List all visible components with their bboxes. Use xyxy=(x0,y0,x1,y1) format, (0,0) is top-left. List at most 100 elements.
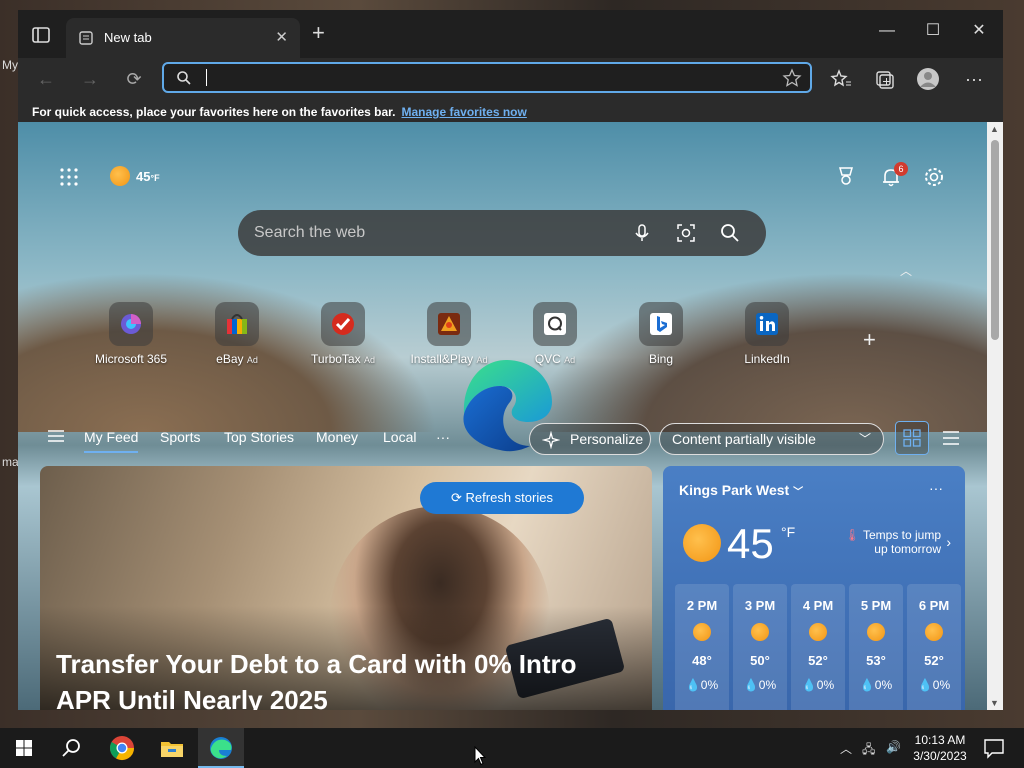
search-placeholder: Search the web xyxy=(254,224,366,241)
notification-badge: 6 xyxy=(894,162,908,176)
hour-forecast[interactable]: 6 PM 52° 💧0% xyxy=(907,584,961,710)
refresh-stories-label: Refresh stories xyxy=(465,490,553,505)
hour-forecast[interactable]: 5 PM 53° 💧0% xyxy=(849,584,903,710)
close-tab-icon[interactable]: ✕ xyxy=(275,28,288,46)
volume-icon[interactable]: 🔊 xyxy=(886,740,901,754)
forward-button[interactable]: → xyxy=(76,66,104,92)
file-explorer-icon[interactable] xyxy=(158,734,186,762)
new-tab-button[interactable]: + xyxy=(312,22,325,44)
add-favorite-icon[interactable] xyxy=(782,68,802,88)
tab-sports[interactable]: Sports xyxy=(160,429,200,445)
hour-forecast[interactable]: 3 PM 50° 💧0% xyxy=(733,584,787,710)
manage-favorites-link[interactable]: Manage favorites now xyxy=(401,105,526,119)
mouse-cursor-icon xyxy=(474,746,486,766)
sunny-icon xyxy=(809,623,827,641)
droplet-icon: 💧 xyxy=(859,678,875,692)
scroll-up-arrow-icon[interactable]: ▲ xyxy=(990,124,999,134)
hour-temp: 52° xyxy=(808,653,828,668)
new-tab-page-icon xyxy=(79,31,93,45)
favorites-bar-message: For quick access, place your favorites h… xyxy=(32,105,396,119)
hour-forecast[interactable]: 4 PM 52° 💧0% xyxy=(791,584,845,710)
grid-layout-icon[interactable] xyxy=(895,421,929,455)
taskbar-edge-active[interactable] xyxy=(198,728,244,768)
settings-more-button[interactable]: ··· xyxy=(960,66,988,92)
sparkle-icon xyxy=(542,431,560,449)
hour-precip: 0% xyxy=(758,678,777,692)
sunny-icon xyxy=(693,623,711,641)
web-search-box[interactable]: Search the web xyxy=(238,210,766,256)
list-layout-icon[interactable] xyxy=(934,421,968,455)
weather-location-label: Kings Park West xyxy=(679,482,790,498)
weather-location[interactable]: Kings Park West ﹀ xyxy=(679,482,803,498)
quick-link-tile[interactable]: Microsoft 365 xyxy=(86,302,176,366)
quick-link-tile[interactable]: TurboTax Ad xyxy=(298,302,388,366)
show-hidden-icons-chevron-icon[interactable]: ︿ xyxy=(840,740,852,757)
windows-start-icon[interactable] xyxy=(10,734,38,762)
action-center-icon[interactable] xyxy=(980,734,1008,762)
network-icon[interactable]: 🖧 xyxy=(862,740,875,761)
refresh-stories-button[interactable]: ⟳ Refresh stories xyxy=(420,482,584,514)
tab-title: New tab xyxy=(104,30,152,45)
content-visibility-dropdown[interactable]: Content partially visible ﹀ xyxy=(659,423,884,455)
profile-avatar[interactable] xyxy=(914,66,942,92)
weather-card[interactable]: Kings Park West ﹀ ··· 45 °F 🌡 Temps to j… xyxy=(663,466,965,710)
desktop-icon-label[interactable]: My xyxy=(2,58,18,72)
tab-local[interactable]: Local xyxy=(383,429,416,445)
rewards-icon[interactable] xyxy=(836,166,856,186)
browser-window: New tab ✕ + — ☐ ✕ ← → ⟳ ··· For quick ac… xyxy=(18,10,1003,710)
scroll-down-arrow-icon[interactable]: ▼ xyxy=(990,698,999,708)
droplet-icon: 💧 xyxy=(685,678,701,692)
chrome-icon[interactable] xyxy=(108,734,136,762)
microphone-icon[interactable] xyxy=(632,223,652,243)
collapse-chevron-icon[interactable]: ︿ xyxy=(900,262,912,279)
text-caret xyxy=(206,69,207,86)
hour-forecast[interactable]: 2 PM 48° 💧0% xyxy=(675,584,729,710)
close-window-button[interactable]: ✕ xyxy=(956,16,1002,46)
tab-my-feed[interactable]: My Feed xyxy=(84,429,139,453)
story-headline[interactable]: Transfer Your Debt to a Card with 0% Int… xyxy=(56,646,616,710)
address-bar[interactable] xyxy=(162,62,812,93)
hour-time: 6 PM xyxy=(918,598,950,613)
install-play-game-icon xyxy=(438,313,460,335)
scrollbar-thumb[interactable] xyxy=(991,140,999,340)
quick-link-tile[interactable]: Bing xyxy=(616,302,706,366)
hour-precip: 0% xyxy=(874,678,893,692)
hamburger-menu-icon[interactable] xyxy=(48,430,64,442)
tile-label: eBay xyxy=(216,352,244,366)
search-icon[interactable] xyxy=(720,223,740,243)
visual-search-icon[interactable] xyxy=(676,223,696,243)
tab-new-tab[interactable]: New tab ✕ xyxy=(66,18,300,58)
hour-temp: 52° xyxy=(924,653,944,668)
page-scrollbar[interactable]: ▲ ▼ xyxy=(987,122,1003,710)
quick-link-tile[interactable]: eBay Ad xyxy=(192,302,282,366)
weather-more-button[interactable]: ··· xyxy=(929,480,943,496)
system-clock[interactable]: 10:13 AM 3/30/2023 xyxy=(902,732,978,764)
maximize-button[interactable]: ☐ xyxy=(910,16,956,46)
ad-label: Ad xyxy=(564,355,576,365)
chevron-right-icon[interactable]: › xyxy=(946,534,951,550)
content-visibility-value: Content partially visible xyxy=(672,431,816,447)
more-tabs-button[interactable]: ··· xyxy=(436,429,450,445)
minimize-button[interactable]: — xyxy=(864,16,910,46)
search-icon[interactable] xyxy=(58,734,86,762)
weather-unit: °F xyxy=(781,524,796,540)
refresh-button[interactable]: ⟳ xyxy=(120,66,148,92)
sunny-icon xyxy=(110,166,130,186)
tab-top-stories[interactable]: Top Stories xyxy=(224,429,294,445)
app-launcher-icon[interactable] xyxy=(60,168,78,186)
tile-label: Microsoft 365 xyxy=(94,352,168,366)
collections-icon[interactable] xyxy=(870,66,898,92)
add-site-button[interactable]: + xyxy=(863,327,876,353)
desktop-icon-label[interactable]: ma xyxy=(2,455,19,469)
weather-alert[interactable]: 🌡 Temps to jump up tomorrow xyxy=(831,528,941,556)
tab-money[interactable]: Money xyxy=(316,429,358,445)
gear-icon[interactable] xyxy=(923,166,945,188)
notifications-button[interactable]: 6 xyxy=(880,162,908,188)
refresh-icon: ⟳ xyxy=(451,490,462,505)
quick-link-tile[interactable]: LinkedIn xyxy=(722,302,812,366)
weather-mini[interactable]: 45°F xyxy=(110,166,160,186)
personalize-button[interactable]: Personalize xyxy=(529,423,651,455)
favorites-icon[interactable] xyxy=(826,66,854,92)
tab-actions-icon[interactable] xyxy=(28,24,54,46)
back-button[interactable]: ← xyxy=(32,66,60,92)
